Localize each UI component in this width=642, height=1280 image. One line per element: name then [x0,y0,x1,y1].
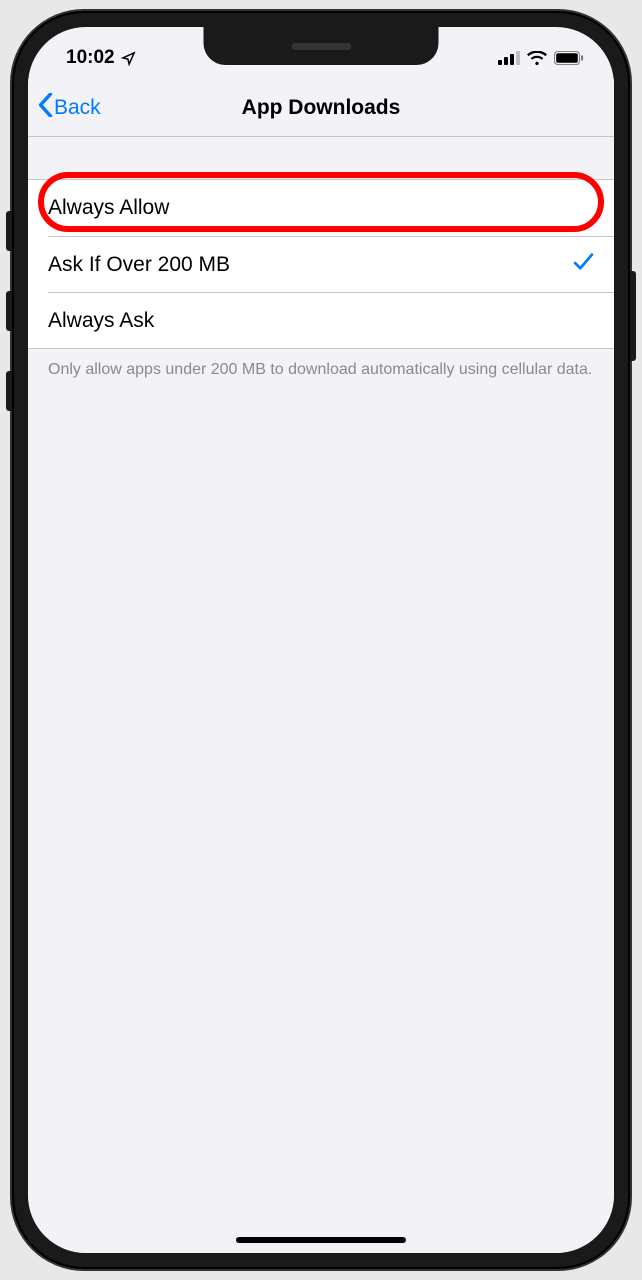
cellular-signal-icon [498,51,520,65]
home-indicator[interactable] [236,1237,406,1243]
page-title: App Downloads [242,96,401,120]
option-label: Always Allow [48,196,169,220]
option-ask-if-over-200mb[interactable]: Ask If Over 200 MB [48,236,614,292]
status-left: 10:02 [66,47,136,69]
wifi-icon [527,51,547,66]
battery-icon [554,51,584,65]
footer-description: Only allow apps under 200 MB to download… [28,349,614,391]
back-button[interactable]: Back [38,93,101,123]
option-always-allow[interactable]: Always Allow [28,180,614,236]
device-frame: 10:02 [12,11,630,1269]
screen: 10:02 [28,27,614,1253]
navigation-bar: Back App Downloads [28,79,614,137]
location-arrow-icon [121,51,136,66]
chevron-left-icon [38,93,53,123]
options-list: Always Allow Ask If Over 200 MB Always A… [28,179,614,349]
checkmark-icon [573,252,594,278]
status-right [498,51,584,66]
back-label: Back [54,96,101,120]
status-time: 10:02 [66,47,115,69]
option-label: Always Ask [48,309,154,333]
option-label: Ask If Over 200 MB [48,253,230,277]
device-notch [204,27,439,65]
content-area: Always Allow Ask If Over 200 MB Always A… [28,137,614,1253]
option-always-ask[interactable]: Always Ask [48,292,614,348]
